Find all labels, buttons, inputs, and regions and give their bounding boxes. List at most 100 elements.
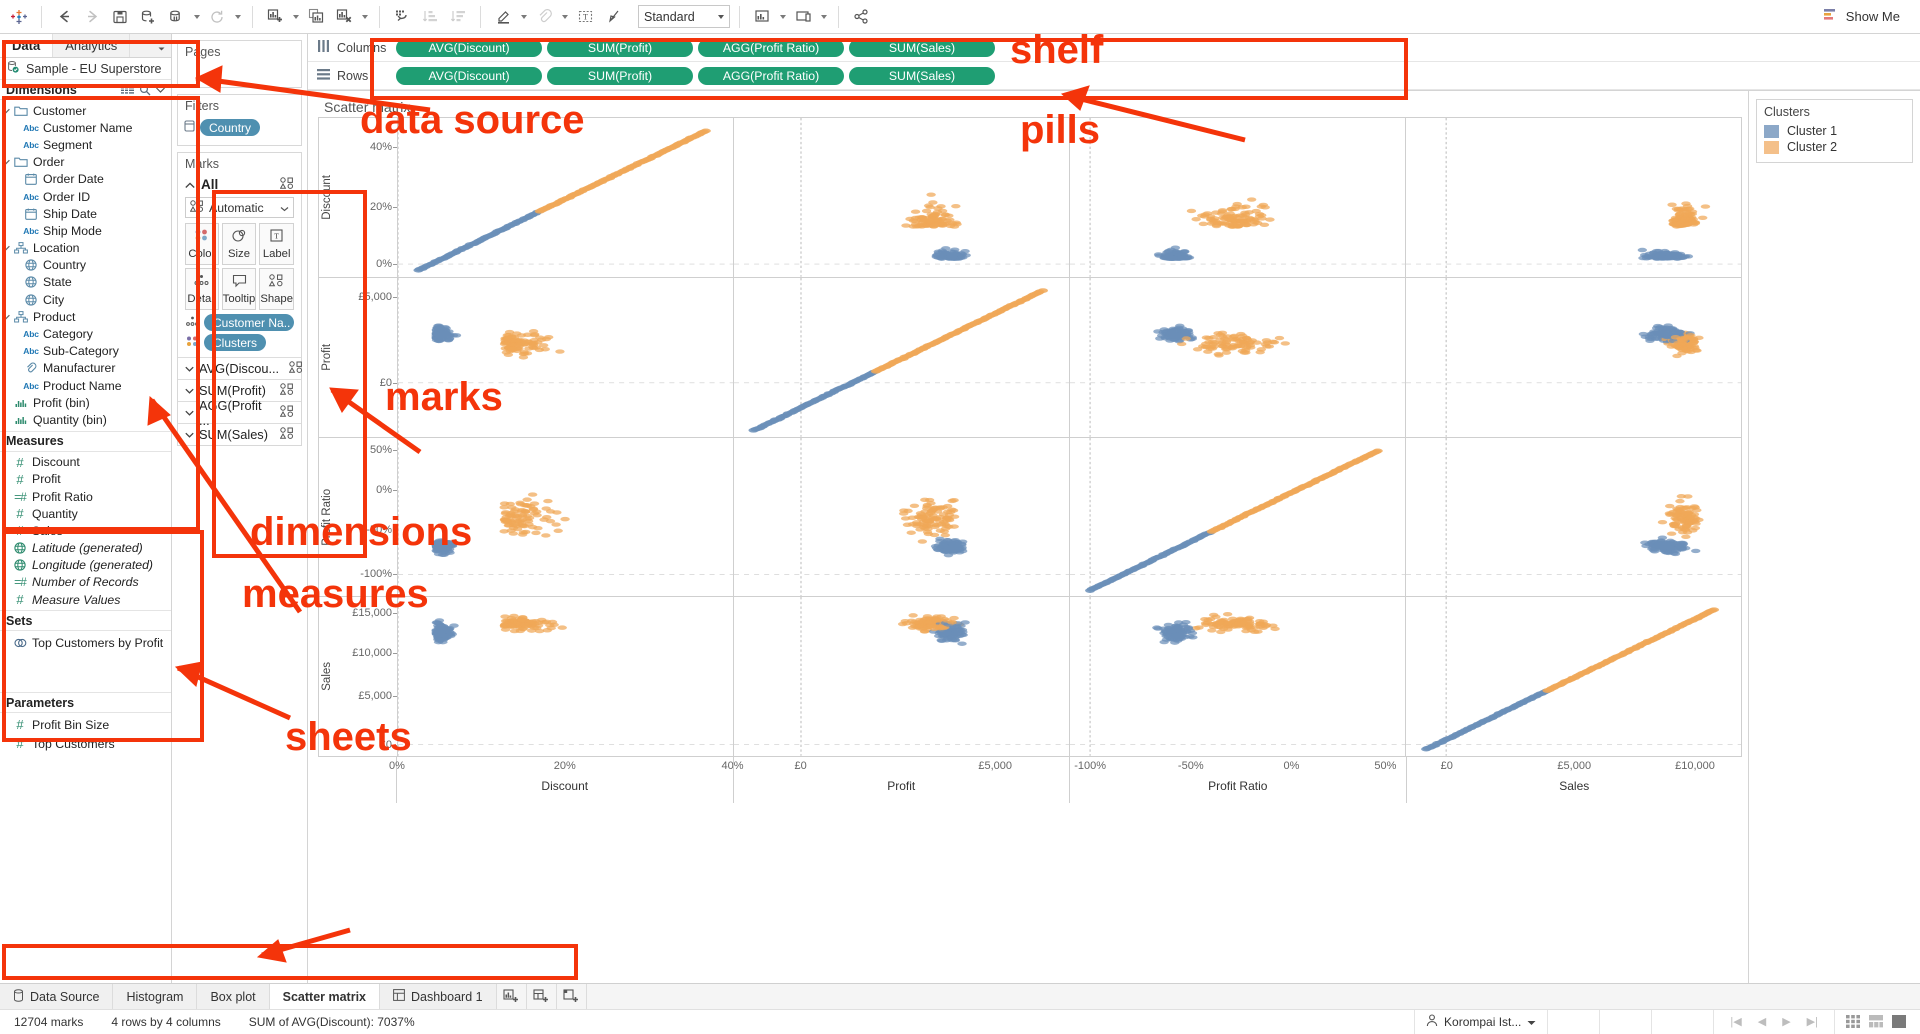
tooltip-button[interactable]: Tooltip [221, 268, 257, 310]
text-annotation-icon[interactable]: T [572, 4, 598, 30]
matrix-cell-profit-vs-profit[interactable] [733, 277, 1069, 437]
marks-section-2[interactable]: AGG(Profit ... [178, 398, 301, 428]
sheet-tab-dashboard-1[interactable]: Dashboard 1 [380, 984, 497, 1009]
matrix-cell-sales-vs-profit[interactable] [1405, 277, 1741, 437]
dimension-field-state[interactable]: State [0, 274, 171, 291]
matrix-cell-discount-vs-discount[interactable] [397, 118, 733, 277]
dimension-field-product[interactable]: Product [0, 308, 171, 325]
dimension-field-order[interactable]: Order [0, 154, 171, 171]
share-icon[interactable] [848, 4, 874, 30]
matrix-cell-discount-vs-sales[interactable] [397, 597, 733, 756]
matrix-cell-profit-ratio-vs-profit-ratio[interactable] [1069, 437, 1405, 597]
columns-pill-3[interactable]: SUM(Sales) [849, 38, 995, 57]
matrix-cell-profit-ratio-vs-sales[interactable] [1069, 597, 1405, 756]
dimension-field-segment[interactable]: Abc Segment [0, 136, 171, 153]
back-arrow-icon[interactable] [51, 4, 77, 30]
measure-field-discount[interactable]: # Discount [0, 454, 171, 471]
sheet-tab-data-source[interactable]: Data Source [0, 984, 114, 1009]
dimension-field-customer[interactable]: Customer [0, 102, 171, 119]
device-preview-caret-icon[interactable] [818, 4, 829, 30]
matrix-cell-profit-vs-profit-ratio[interactable] [733, 437, 1069, 597]
rows-pill-0[interactable]: AVG(Discount) [396, 66, 542, 85]
forward-arrow-icon[interactable] [79, 4, 105, 30]
dimension-field-ship-mode[interactable]: Abc Ship Mode [0, 222, 171, 239]
chevron-down-icon[interactable] [280, 201, 289, 215]
expand-chevron-icon[interactable] [0, 314, 11, 320]
chevron-down-icon[interactable] [1527, 1015, 1536, 1029]
new-data-source-icon[interactable] [135, 4, 161, 30]
dimension-field-location[interactable]: Location [0, 240, 171, 257]
filter-pill-country[interactable]: Country [200, 119, 261, 136]
presentation-mode-icon[interactable] [531, 4, 557, 30]
marks-section-0[interactable]: AVG(Discou... [178, 357, 303, 379]
fit-icon[interactable] [600, 4, 626, 30]
full-view-icon[interactable] [1892, 1015, 1909, 1028]
set-item-top-customers-by-profit[interactable]: Top Customers by Profit [0, 633, 171, 652]
new-story-button[interactable] [557, 984, 587, 1009]
dimension-field-manufacturer[interactable]: Manufacturer [0, 360, 171, 377]
clear-sheet-caret-icon[interactable] [359, 4, 370, 30]
matrix-cell-sales-vs-sales[interactable] [1405, 597, 1741, 756]
matrix-cell-discount-vs-profit-ratio[interactable] [397, 437, 733, 597]
previous-page-icon[interactable]: ◀ [1753, 1015, 1771, 1028]
show-cards-caret-icon[interactable] [777, 4, 788, 30]
expand-chevron-icon[interactable] [185, 364, 194, 374]
view-mode-buttons[interactable] [1834, 1009, 1920, 1034]
mark-type-dropdown[interactable]: Automatic [185, 197, 294, 218]
rows-pill-1[interactable]: SUM(Profit) [547, 66, 693, 85]
sheet-tab-scatter-matrix[interactable]: Scatter matrix [269, 984, 380, 1009]
dimension-field-sub-category[interactable]: Abc Sub-Category [0, 343, 171, 360]
matrix-cell-profit-ratio-vs-profit[interactable] [1069, 277, 1405, 437]
marks-pill-clusters[interactable]: Clusters [185, 334, 294, 351]
rows-pill-2[interactable]: AGG(Profit Ratio) [698, 66, 844, 85]
show-me-button[interactable]: Show Me [1815, 8, 1914, 25]
expand-chevron-icon[interactable] [0, 108, 11, 114]
new-worksheet-icon[interactable] [262, 4, 288, 30]
marks-section-3[interactable]: SUM(Sales) [178, 423, 301, 445]
label-button[interactable]: T Label [259, 223, 294, 265]
clear-sheet-icon[interactable] [331, 4, 357, 30]
scatter-matrix[interactable]: Discount 40% 20% 0% Profit £5,000 £0 Profit Rat… [318, 117, 1742, 757]
show-cards-icon[interactable] [749, 4, 775, 30]
grid-view-icon[interactable] [1846, 1015, 1863, 1028]
legend-item-1[interactable]: Cluster 1 [1764, 123, 1905, 139]
marks-all-header[interactable]: All [178, 173, 301, 195]
highlight-caret-icon[interactable] [518, 4, 529, 30]
measure-field-latitude-generated-[interactable]: Latitude (generated) [0, 540, 171, 557]
dimension-field-ship-date[interactable]: Ship Date [0, 205, 171, 222]
shape-button[interactable]: Shape [259, 268, 294, 310]
matrix-cell-profit-vs-discount[interactable] [733, 118, 1069, 277]
data-pane-caret-icon[interactable] [151, 34, 171, 57]
matrix-cell-discount-vs-profit[interactable] [397, 277, 733, 437]
matrix-cell-profit-vs-sales[interactable] [733, 597, 1069, 756]
parameter-profit-bin-size[interactable]: # Profit Bin Size [0, 715, 171, 734]
measure-field-number-of-records[interactable]: =# Number of Records [0, 574, 171, 591]
first-page-icon[interactable]: |◀ [1725, 1015, 1746, 1028]
columns-shelf[interactable]: Columns AVG(Discount) SUM(Profit) AGG(Prof… [308, 34, 1920, 62]
legend-item-2[interactable]: Cluster 2 [1764, 139, 1905, 155]
pill-label-clusters[interactable]: Clusters [204, 334, 267, 351]
dimension-field-quantity-bin-[interactable]: Quantity (bin) [0, 411, 171, 428]
rows-shelf[interactable]: Rows AVG(Discount) SUM(Profit) AGG(Profit … [308, 62, 1920, 90]
expand-chevron-icon[interactable] [185, 430, 194, 440]
dimension-field-country[interactable]: Country [0, 257, 171, 274]
collapse-chevron-up-icon[interactable] [185, 177, 195, 192]
next-page-icon[interactable]: ▶ [1777, 1015, 1795, 1028]
user-menu[interactable]: Korompai Ist... [1414, 1009, 1547, 1034]
group-by-folder-icon[interactable] [121, 84, 134, 95]
dimension-field-city[interactable]: City [0, 291, 171, 308]
measure-field-profit[interactable]: # Profit [0, 471, 171, 488]
expand-chevron-icon[interactable] [185, 386, 194, 396]
dimension-field-product-name[interactable]: Abc Product Name [0, 377, 171, 394]
sheet-tab-histogram[interactable]: Histogram [113, 984, 198, 1009]
swap-rows-columns-icon[interactable] [389, 4, 415, 30]
pill-label-customer-name[interactable]: Customer Na.. [204, 314, 294, 331]
columns-pill-2[interactable]: AGG(Profit Ratio) [698, 38, 844, 57]
dimension-field-order-date[interactable]: Order Date [0, 171, 171, 188]
card-view-icon[interactable] [1869, 1015, 1886, 1028]
sheet-tab-box-plot[interactable]: Box plot [197, 984, 270, 1009]
parameter-top-customers[interactable]: # Top Customers [0, 734, 171, 753]
save-icon[interactable] [107, 4, 133, 30]
dimension-field-order-id[interactable]: Abc Order ID [0, 188, 171, 205]
new-worksheet-caret-icon[interactable] [290, 4, 301, 30]
